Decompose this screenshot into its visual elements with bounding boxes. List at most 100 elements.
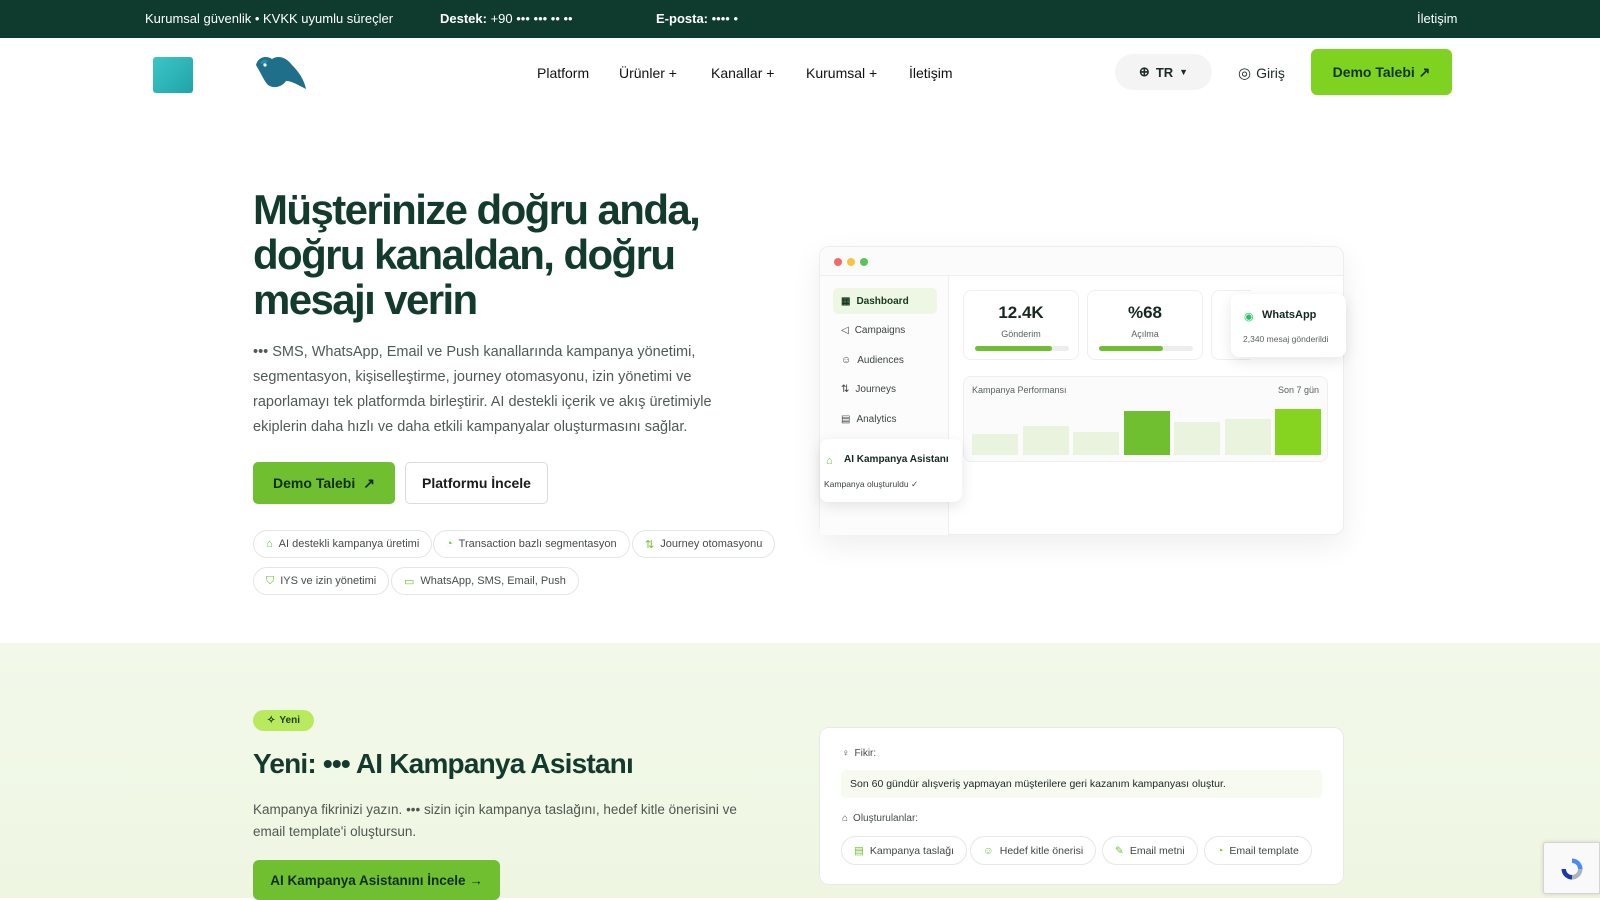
idea-label: Fikir: bbox=[854, 748, 877, 759]
ai-card-title: AI Kampanya Asistanı bbox=[844, 454, 949, 465]
recaptcha-badge[interactable] bbox=[1543, 842, 1600, 894]
top-contact-link[interactable]: İletişim bbox=[1417, 11, 1457, 26]
stat-progress-fill bbox=[975, 346, 1053, 351]
top-info-bar: Kurumsal güvenlik • KVKK uyumlu süreçler… bbox=[0, 0, 1600, 38]
nav-products[interactable]: Ürünler + bbox=[619, 65, 677, 81]
idea-text: Son 60 gündür alışveriş yapmayan müşteri… bbox=[841, 770, 1322, 798]
dashboard-mockup: ▦ Dashboard ◁ Campaigns ☺ Audiences ⇅ Journe… bbox=[819, 246, 1346, 535]
ai-assistant-section: ✧ Yeni Yeni: ••• AI Kampanya Asistanı Ka… bbox=[0, 643, 1600, 900]
feature-chip-segmentation: ◔ Transaction bazlı segmentasyon bbox=[433, 530, 630, 558]
login-label: Giriş bbox=[1256, 65, 1285, 81]
window-minimize-dot bbox=[847, 258, 855, 266]
new-badge: ✧ Yeni bbox=[253, 710, 314, 731]
perf-bar bbox=[1022, 426, 1069, 455]
perf-bar bbox=[972, 434, 1018, 455]
chip-label: Journey otomasyonu bbox=[660, 538, 763, 550]
campaign-performance-card: Kampanya Performansı Son 7 gün bbox=[963, 376, 1328, 462]
whatsapp-notification-card: ◉ WhatsApp 2,340 mesaj gönderildi bbox=[1231, 294, 1346, 357]
title-suffix: AI Kampanya Asistanı bbox=[355, 748, 634, 779]
ai-home-icon: ⌂ bbox=[266, 538, 273, 550]
ai-home-icon: ⌂ bbox=[842, 813, 849, 824]
stat-progress bbox=[1099, 346, 1193, 351]
perf-bar bbox=[1123, 411, 1170, 455]
trust-text: Kurumsal güvenlik • KVKK uyumlu süreçler bbox=[145, 11, 394, 26]
ai-assistant-cta-button[interactable]: AI Kampanya Asistanını İncele → bbox=[253, 860, 500, 900]
perf-title: Kampanya Performansı bbox=[972, 385, 1067, 395]
hero-demo-button[interactable]: Demo Talebi ↗ bbox=[253, 462, 395, 504]
sidebar-item-dashboard[interactable]: ▦ Dashboard bbox=[833, 288, 937, 314]
badge-label: Yeni bbox=[279, 715, 300, 726]
window-titlebar bbox=[820, 247, 1343, 276]
stat-label: Gönderim bbox=[1001, 329, 1041, 339]
section-title: Yeni: ••• AI Kampanya Asistanı bbox=[253, 748, 634, 780]
title-brand: ••• bbox=[322, 748, 351, 779]
outputs-label: Oluşturulanlar: bbox=[853, 813, 919, 824]
title-prefix: Yeni: bbox=[253, 748, 317, 779]
platform-button[interactable]: Platformu İncele bbox=[405, 462, 548, 504]
feature-chip-channels: ▭ WhatsApp, SMS, Email, Push bbox=[391, 567, 579, 595]
nav-channels[interactable]: Kanallar + bbox=[711, 65, 774, 81]
hero-brand-name: ••• bbox=[253, 344, 269, 360]
feature-chip-ai: ⌂ AI destekli kampanya üretimi bbox=[253, 530, 433, 558]
chip-label: Kampanya taslağı bbox=[869, 844, 954, 857]
nav-contact[interactable]: İletişim bbox=[909, 65, 953, 81]
ai-assistant-card: ⌂ AI Kampanya Asistanı Kampanya oluşturu… bbox=[820, 439, 962, 502]
idea-label-row: ♀ Fikir: bbox=[842, 748, 876, 759]
users-icon: ☺ bbox=[841, 354, 852, 366]
stat-value: %68 bbox=[1127, 303, 1163, 322]
document-icon: ▤ bbox=[854, 844, 864, 857]
hero-demo-label: Demo Talebi bbox=[273, 475, 356, 491]
globe-icon: ⊕ bbox=[1138, 64, 1150, 79]
caret-down-icon: ▼ bbox=[1179, 67, 1189, 77]
output-chip-email-template: ◔ Email template bbox=[1204, 836, 1312, 865]
stat-progress bbox=[975, 346, 1069, 351]
sidebar-item-label: Analytics bbox=[856, 413, 897, 425]
language-selector[interactable]: ⊕ TR ▼ bbox=[1115, 54, 1212, 90]
stat-value: 12.4K bbox=[998, 303, 1044, 322]
recaptcha-icon bbox=[1561, 858, 1583, 880]
support-value[interactable]: +90 ••• ••• •• •• bbox=[491, 11, 573, 26]
chip-label: Hedef kitle önerisi bbox=[999, 844, 1084, 857]
chip-label: IYS ve izin yönetimi bbox=[280, 575, 377, 587]
sidebar-item-audiences[interactable]: ☺ Audiences bbox=[833, 347, 937, 373]
sidebar-item-label: Journeys bbox=[855, 383, 896, 395]
outputs-label-row: ⌂ Oluşturulanlar: bbox=[842, 813, 918, 824]
sidebar-item-journeys[interactable]: ⇅ Journeys bbox=[833, 376, 937, 402]
brand-logo-square[interactable] bbox=[153, 57, 193, 93]
perf-period: Son 7 gün bbox=[1277, 385, 1319, 395]
chip-label: Transaction bazlı segmentasyon bbox=[458, 538, 617, 550]
stat-card-open-rate: %68 Açılma bbox=[1087, 290, 1203, 360]
sidebar-item-campaigns[interactable]: ◁ Campaigns bbox=[833, 317, 937, 343]
nav-demo-button[interactable]: Demo Talebi ↗ bbox=[1311, 49, 1452, 95]
perf-bar bbox=[1275, 409, 1321, 455]
perf-bar bbox=[1073, 432, 1119, 455]
sparkle-icon: ✧ bbox=[267, 715, 276, 726]
ai-card-subtitle: Kampanya oluşturuldu ✓ bbox=[824, 479, 919, 489]
nav-corporate[interactable]: Kurumsal + bbox=[806, 65, 877, 81]
users-icon: ☺ bbox=[983, 844, 994, 857]
feature-chip-iys: ⛉ IYS ve izin yönetimi bbox=[253, 567, 390, 595]
hero-description: ••• SMS, WhatsApp, Email ve Push kanalla… bbox=[253, 340, 718, 440]
brand-mascot-icon[interactable] bbox=[252, 51, 308, 93]
arrow-up-right-icon: ↗ bbox=[363, 474, 375, 491]
palette-icon: ◔ bbox=[1217, 844, 1224, 857]
sidebar-item-label: Audiences bbox=[857, 354, 904, 366]
main-nav: Platform Ürünler + Kanallar + Kurumsal +… bbox=[0, 38, 1600, 106]
window-close-dot bbox=[834, 258, 842, 266]
megaphone-icon: ◁ bbox=[841, 324, 849, 336]
email-value[interactable]: •••• • bbox=[712, 11, 738, 26]
perf-bar bbox=[1224, 419, 1271, 455]
section-description: Kampanya fikrinizi yazın. ••• sizin için… bbox=[253, 799, 768, 843]
hero-title: Müşterinize doğru anda, doğru kanaldan, … bbox=[253, 186, 701, 323]
ai-home-icon: ⌂ bbox=[826, 455, 833, 467]
shield-icon: ⛉ bbox=[266, 574, 275, 587]
nav-platform[interactable]: Platform bbox=[537, 65, 589, 81]
stat-card-sent: 12.4K Gönderim bbox=[963, 290, 1079, 360]
feature-chip-journey: ⇅ Journey otomasyonu bbox=[632, 530, 776, 558]
login-link[interactable]: ◎ Giriş bbox=[1238, 64, 1285, 82]
desc-brand: ••• bbox=[406, 802, 421, 817]
sidebar-item-analytics[interactable]: ▤ Analytics bbox=[833, 406, 937, 432]
pen-icon: ✎ bbox=[1115, 844, 1124, 857]
hero-description-text: SMS, WhatsApp, Email ve Push kanallarınd… bbox=[253, 344, 712, 435]
sidebar-item-label: Campaigns bbox=[854, 324, 906, 336]
